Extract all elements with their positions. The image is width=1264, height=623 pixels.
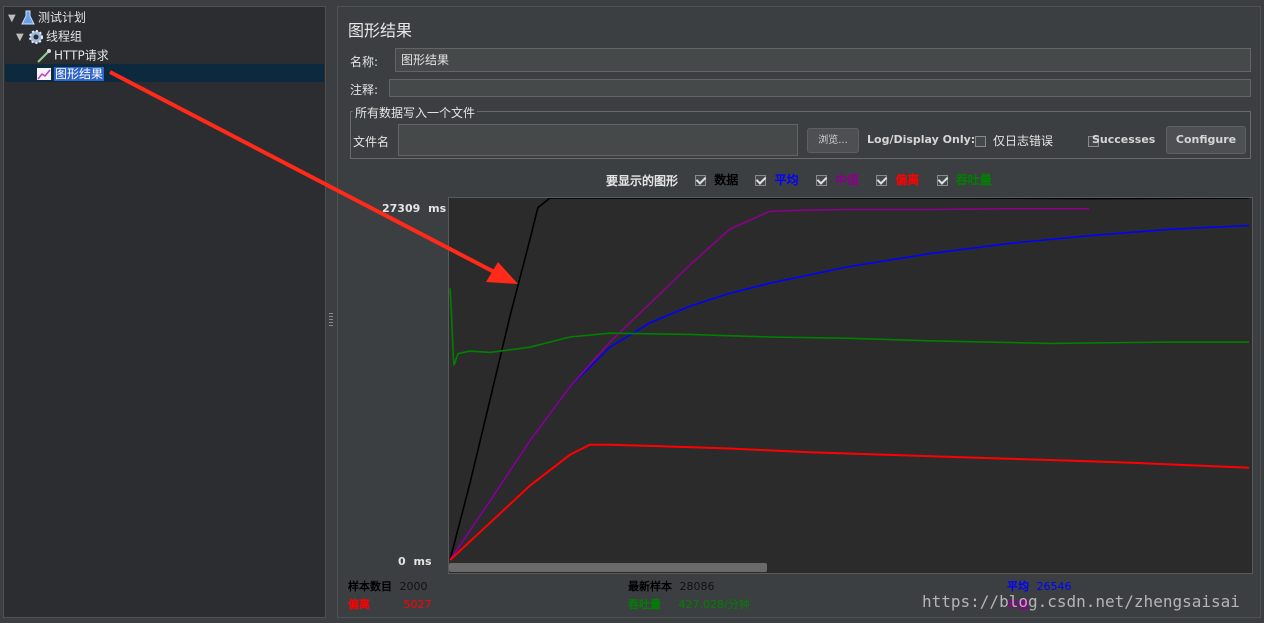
- y-unit: ms: [413, 555, 432, 568]
- errors-only-checkbox[interactable]: [975, 136, 986, 147]
- series-line-1: [449, 224, 1250, 561]
- filename-label: 文件名: [353, 135, 390, 149]
- average-checkbox[interactable]: [755, 175, 767, 186]
- horizontal-scrollbar-thumb[interactable]: [449, 563, 767, 572]
- stat-deviation: 偏离 5027: [348, 596, 432, 612]
- comment-field[interactable]: [389, 79, 1251, 97]
- configure-button[interactable]: Configure: [1166, 126, 1246, 154]
- successes-label: Successes: [1092, 133, 1156, 146]
- series-line-2: [449, 208, 1090, 561]
- deviation-label: 偏离: [348, 598, 370, 611]
- graph-options: 数据 平均 中值 偏离 吞吐量: [695, 171, 992, 188]
- latest-label: 最新样本: [628, 580, 672, 593]
- graph-icon: [36, 66, 52, 82]
- latest-value: 28086: [679, 580, 715, 593]
- flask-icon: [20, 10, 36, 26]
- tree-item-label: 图形结果: [54, 66, 105, 81]
- tree-item-graph-results[interactable]: 图形结果: [36, 64, 105, 82]
- median-option-label: 中值: [834, 173, 859, 187]
- log-display-only-label: Log/Display Only:: [867, 133, 976, 146]
- watermark: https://blog.csdn.net/zhengsaisai: [922, 592, 1240, 611]
- deviation-value: 5027: [403, 598, 432, 611]
- name-field[interactable]: 图形结果: [395, 48, 1251, 72]
- samples-label: 样本数目: [348, 580, 392, 593]
- comment-label: 注释:: [350, 83, 379, 97]
- splitter-grip-icon[interactable]: [329, 313, 333, 327]
- panel-title: 图形结果: [348, 21, 413, 40]
- data-checkbox[interactable]: [695, 175, 706, 186]
- tree-item-label: 线程组: [46, 29, 83, 44]
- y-min-label: 0 ms: [398, 555, 432, 568]
- split-pane-divider[interactable]: [326, 6, 336, 618]
- median-checkbox[interactable]: [815, 175, 827, 186]
- errors-only-label: 仅日志错误: [993, 134, 1054, 148]
- write-to-file-title: 所有数据写入一个文件: [353, 104, 478, 121]
- throughput-checkbox[interactable]: [936, 175, 948, 186]
- expand-icon[interactable]: ▼: [16, 29, 28, 47]
- series-line-3: [449, 443, 1250, 561]
- throughput-value: 427.028/分钟: [678, 598, 750, 611]
- series-line-4: [449, 288, 1249, 366]
- name-label: 名称:: [350, 55, 379, 69]
- tree-item-http-request[interactable]: HTTP请求: [36, 46, 109, 64]
- throughput-option-label: 吞吐量: [955, 173, 992, 187]
- gear-icon: [28, 29, 44, 45]
- tree-item-thread-group[interactable]: ▼ 线程组: [16, 27, 82, 45]
- deviation-checkbox[interactable]: [876, 175, 888, 186]
- series-line-0: [449, 197, 1250, 561]
- y-max-value: 27309: [382, 202, 421, 215]
- graphs-to-display-label: 要显示的图形: [606, 174, 679, 188]
- tree-item-test-plan[interactable]: ▼ 测试计划: [8, 8, 86, 26]
- y-max-label: 27309 ms: [382, 202, 446, 215]
- pipette-icon: [36, 48, 52, 64]
- stat-throughput: 吞吐量 427.028/分钟: [628, 596, 750, 612]
- samples-value: 2000: [399, 580, 428, 593]
- test-plan-tree[interactable]: ▼ 测试计划 ▼ 线程组 HTTP请求 图形结果: [3, 6, 326, 618]
- y-min-value: 0: [398, 555, 406, 568]
- throughput-label: 吞吐量: [628, 598, 661, 611]
- filename-input[interactable]: [398, 124, 798, 156]
- tree-item-label: HTTP请求: [54, 48, 109, 63]
- y-unit: ms: [428, 202, 447, 215]
- graph-canvas: [448, 197, 1253, 574]
- tree-item-label: 测试计划: [38, 10, 87, 25]
- average-option-label: 平均: [774, 173, 799, 187]
- browse-button[interactable]: 浏览...: [807, 128, 859, 153]
- expand-icon[interactable]: ▼: [8, 10, 20, 28]
- stat-samples: 样本数目 2000: [348, 578, 428, 594]
- stat-latest: 最新样本 28086: [628, 578, 715, 594]
- data-option-label: 数据: [714, 173, 739, 187]
- line-chart: [449, 197, 1250, 561]
- deviation-option-label: 偏离: [895, 173, 920, 187]
